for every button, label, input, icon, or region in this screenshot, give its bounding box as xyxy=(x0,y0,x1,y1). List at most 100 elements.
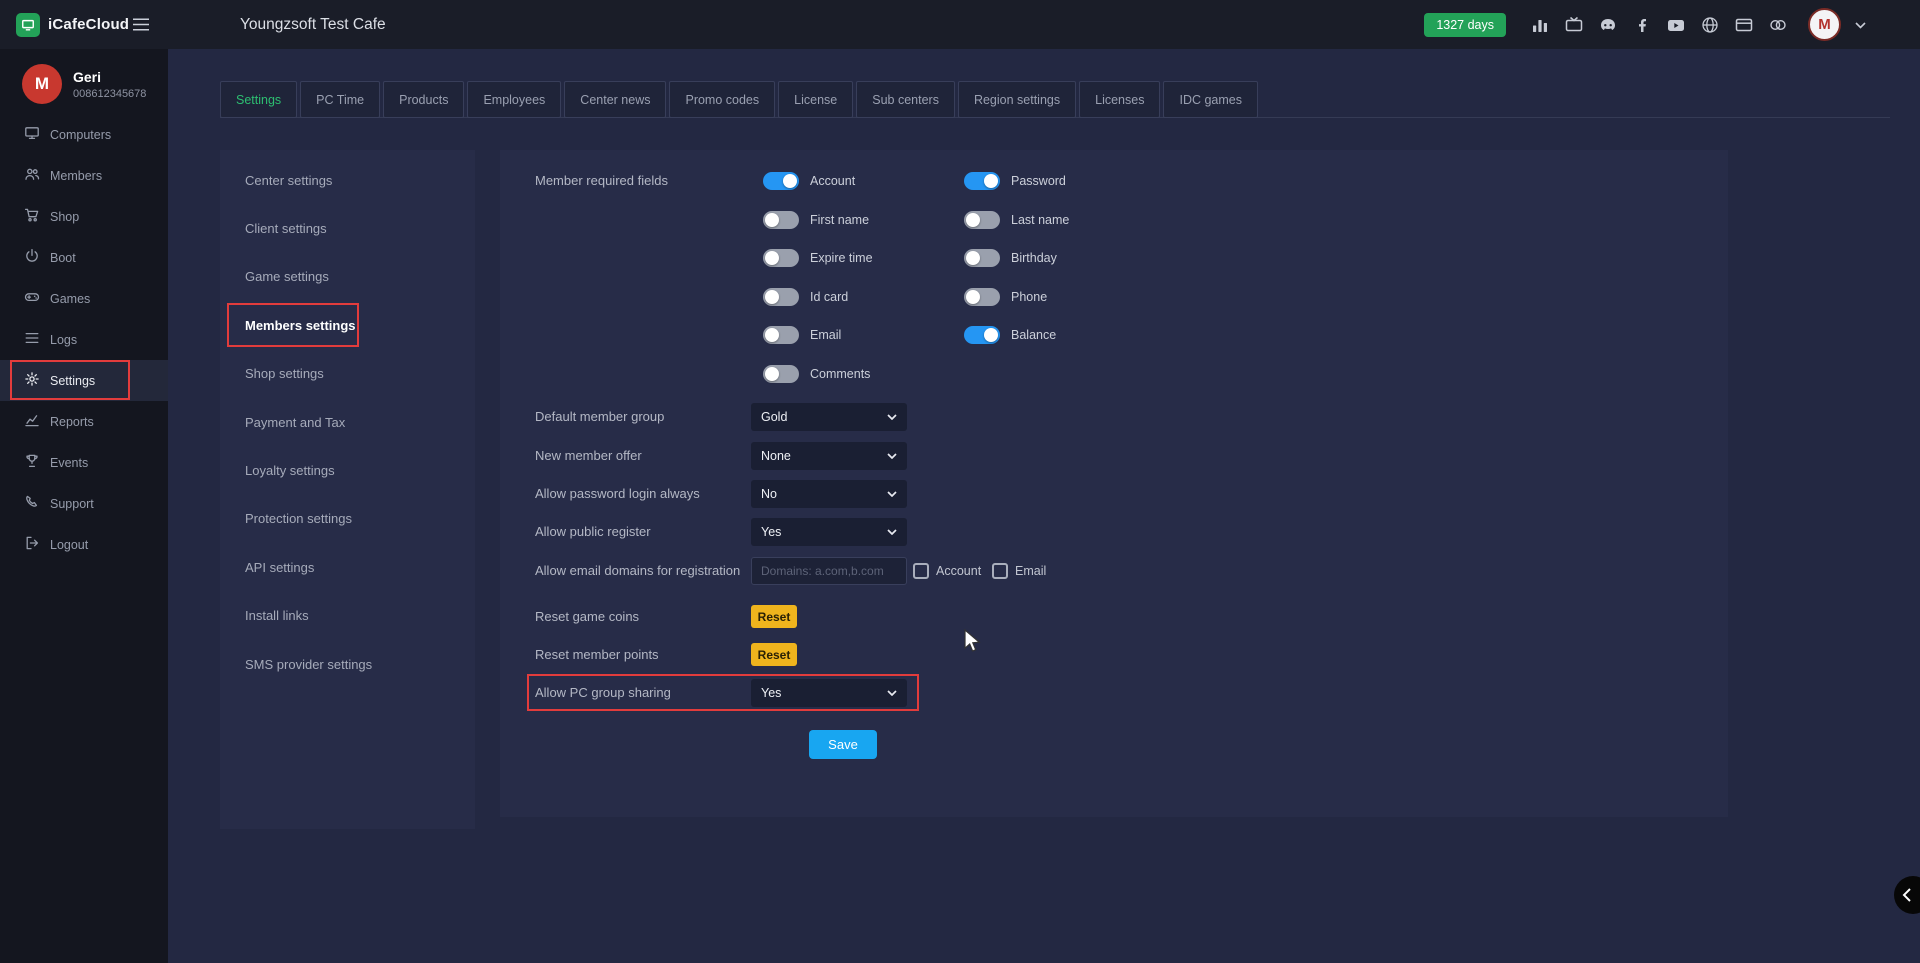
settings-nav-protection-settings[interactable]: Protection settings xyxy=(220,495,475,543)
toggle-last-name[interactable] xyxy=(964,211,1000,229)
reset-game-coins-label: Reset game coins xyxy=(535,609,639,624)
facebook-icon[interactable] xyxy=(1632,15,1652,35)
sidebar-item-events[interactable]: Events xyxy=(0,442,168,483)
tab-licenses[interactable]: Licenses xyxy=(1079,81,1160,118)
tab-region-settings[interactable]: Region settings xyxy=(958,81,1076,118)
tab-pc-time[interactable]: PC Time xyxy=(300,81,380,118)
email-checkbox-label: Email xyxy=(1015,564,1046,578)
default-member-group-select[interactable]: Gold xyxy=(751,403,907,431)
sidebar-item-shop[interactable]: Shop xyxy=(0,196,168,237)
settings-nav-install-links[interactable]: Install links xyxy=(220,592,475,640)
tab-employees[interactable]: Employees xyxy=(467,81,561,118)
analytics-icon[interactable] xyxy=(1530,15,1550,35)
avatar-chevron-down-icon[interactable] xyxy=(1855,16,1866,34)
sidebar-item-settings[interactable]: Settings xyxy=(0,360,168,401)
toggle-label: Id card xyxy=(810,290,848,304)
tab-sub-centers[interactable]: Sub centers xyxy=(856,81,955,118)
toggle-id-card[interactable] xyxy=(763,288,799,306)
sidebar-avatar[interactable]: M xyxy=(22,64,62,104)
sidebar-item-members[interactable]: Members xyxy=(0,155,168,196)
website-globe-icon[interactable] xyxy=(1700,15,1720,35)
toggle-account[interactable] xyxy=(763,172,799,190)
toggle-expire-time[interactable] xyxy=(763,249,799,267)
toggle-email[interactable] xyxy=(763,326,799,344)
main-content: Settings PC Time Products Employees Cent… xyxy=(168,49,1920,963)
partner-icon[interactable] xyxy=(1768,15,1788,35)
email-checkbox[interactable] xyxy=(992,563,1008,579)
tab-bar: Settings PC Time Products Employees Cent… xyxy=(220,81,1258,118)
sidebar-menu: Computers Members Shop Boot Games Logs S… xyxy=(0,114,168,565)
menu-toggle-icon[interactable] xyxy=(132,18,150,31)
settings-nav-game-settings[interactable]: Game settings xyxy=(220,253,475,301)
settings-nav-api-settings[interactable]: API settings xyxy=(220,543,475,591)
new-member-offer-select[interactable]: None xyxy=(751,442,907,470)
sidebar-item-logout[interactable]: Logout xyxy=(0,524,168,565)
public-register-select[interactable]: Yes xyxy=(751,518,907,546)
sidebar-item-logs[interactable]: Logs xyxy=(0,319,168,360)
tab-products[interactable]: Products xyxy=(383,81,464,118)
sidebar-item-reports[interactable]: Reports xyxy=(0,401,168,442)
cart-icon xyxy=(24,207,40,226)
settings-nav-center-settings[interactable]: Center settings xyxy=(220,156,475,204)
account-checkbox[interactable] xyxy=(913,563,929,579)
allow-public-register-label: Allow public register xyxy=(535,524,651,539)
toggle-password[interactable] xyxy=(964,172,1000,190)
select-value: No xyxy=(761,487,777,501)
pc-group-sharing-select[interactable]: Yes xyxy=(751,679,907,707)
license-days-badge[interactable]: 1327 days xyxy=(1424,13,1506,37)
toggle-first-name[interactable] xyxy=(763,211,799,229)
settings-nav-shop-settings[interactable]: Shop settings xyxy=(220,350,475,398)
sidebar-item-label: Members xyxy=(50,169,102,183)
sidebar-item-computers[interactable]: Computers xyxy=(0,114,168,155)
cafe-title: Youngzsoft Test Cafe xyxy=(240,16,386,34)
new-member-offer-label: New member offer xyxy=(535,448,642,463)
billing-card-icon[interactable] xyxy=(1734,15,1754,35)
reset-game-coins-button[interactable]: Reset xyxy=(751,605,797,628)
toggle-comments[interactable] xyxy=(763,365,799,383)
header-right-cluster: 1327 days M xyxy=(1424,0,1866,49)
app-logo[interactable]: iCafeCloud xyxy=(16,0,129,49)
toggle-label: Birthday xyxy=(1011,251,1057,265)
toggle-balance[interactable] xyxy=(964,326,1000,344)
password-login-select[interactable]: No xyxy=(751,480,907,508)
tab-settings[interactable]: Settings xyxy=(220,81,297,118)
app-logo-icon xyxy=(16,13,40,37)
youtube-icon[interactable] xyxy=(1666,15,1686,35)
sidebar-item-support[interactable]: Support xyxy=(0,483,168,524)
sidebar-item-label: Settings xyxy=(50,374,95,388)
tab-license[interactable]: License xyxy=(778,81,853,118)
reset-member-points-button[interactable]: Reset xyxy=(751,643,797,666)
toggle-label: Expire time xyxy=(810,251,873,265)
settings-nav-panel: Center settings Client settings Game set… xyxy=(220,150,475,829)
settings-nav-loyalty-settings[interactable]: Loyalty settings xyxy=(220,446,475,494)
toggle-birthday[interactable] xyxy=(964,249,1000,267)
settings-nav-sms-provider-settings[interactable]: SMS provider settings xyxy=(220,640,475,688)
toggle-label: Last name xyxy=(1011,213,1069,227)
settings-nav-client-settings[interactable]: Client settings xyxy=(220,204,475,252)
power-icon xyxy=(24,248,40,267)
email-domains-input[interactable] xyxy=(751,557,907,585)
tv-icon[interactable] xyxy=(1564,15,1584,35)
tab-idc-games[interactable]: IDC games xyxy=(1163,81,1258,118)
toggle-label: Balance xyxy=(1011,328,1056,342)
tab-center-news[interactable]: Center news xyxy=(564,81,666,118)
account-checkbox-label: Account xyxy=(936,564,981,578)
save-button[interactable]: Save xyxy=(809,730,877,759)
chevron-left-icon xyxy=(1902,888,1912,902)
toggle-label: Password xyxy=(1011,174,1066,188)
toggle-label: First name xyxy=(810,213,869,227)
tab-promo-codes[interactable]: Promo codes xyxy=(669,81,775,118)
chevron-down-icon xyxy=(887,491,897,497)
monitor-icon xyxy=(24,125,40,144)
settings-nav-payment-and-tax[interactable]: Payment and Tax xyxy=(220,398,475,446)
pc-group-sharing-label: Allow PC group sharing xyxy=(535,685,671,700)
discord-icon[interactable] xyxy=(1598,15,1618,35)
sidebar-item-boot[interactable]: Boot xyxy=(0,237,168,278)
chart-icon xyxy=(24,412,40,431)
settings-nav-members-settings[interactable]: Members settings xyxy=(220,301,475,349)
sidebar-item-label: Events xyxy=(50,456,88,470)
sidebar-item-games[interactable]: Games xyxy=(0,278,168,319)
toggle-phone[interactable] xyxy=(964,288,1000,306)
reset-member-points-label: Reset member points xyxy=(535,647,659,662)
user-avatar[interactable]: M xyxy=(1808,8,1841,41)
